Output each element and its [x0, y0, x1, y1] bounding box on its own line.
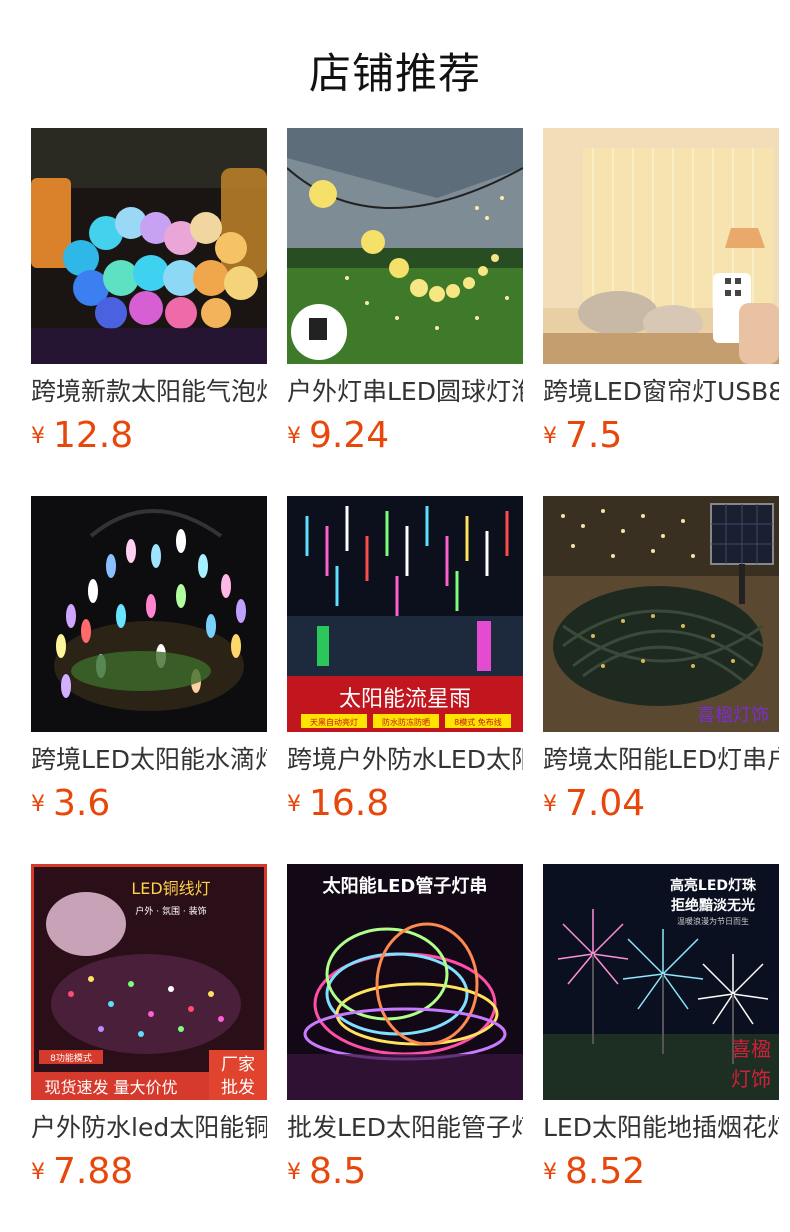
image-tag-text: 防水防冻防晒	[382, 717, 430, 727]
price-amount: 8.52	[565, 1151, 646, 1192]
product-title[interactable]: 跨境户外防水LED太阳能	[287, 744, 523, 776]
image-tag-text: 天黑自动亮灯	[310, 717, 358, 727]
product-image-bubble-lights[interactable]	[31, 128, 267, 364]
product-price: ¥9.24	[287, 416, 389, 456]
price-amount: 3.6	[53, 783, 111, 824]
product-title[interactable]: 跨境LED窗帘灯USB8	[543, 376, 779, 408]
product-title[interactable]: 户外防水led太阳能铜	[31, 1112, 267, 1144]
image-modes-text: 8功能模式	[50, 1052, 92, 1064]
product-price: ¥8.5	[287, 1152, 366, 1192]
currency-symbol: ¥	[31, 424, 45, 449]
product-price: ¥8.52	[543, 1152, 645, 1192]
product-image-tube-string-lights[interactable]: 太阳能LED管子灯串	[287, 864, 523, 1100]
image-heading-text: 高亮LED灯珠	[670, 877, 757, 894]
product-title[interactable]: 跨境太阳能LED灯串户	[543, 744, 779, 776]
product-card[interactable]: 高亮LED灯珠 拒绝黯淡无光 温暖浪漫为节日而生 喜楹 灯饰 LED太阳能地插烟…	[543, 864, 779, 1194]
product-image-waterdrop-lights[interactable]	[31, 496, 267, 732]
image-banner-text: 太阳能流星雨	[339, 687, 471, 712]
product-title[interactable]: 户外灯串LED圆球灯泡	[287, 376, 523, 408]
currency-symbol: ¥	[287, 792, 301, 817]
image-corner-text: 批发	[221, 1078, 255, 1098]
image-subheading-text: 温暖浪漫为节日而生	[677, 916, 749, 926]
product-image-meteor-shower-lights[interactable]: 太阳能流星雨 天黑自动亮灯 防水防冻防晒 8模式 免布线	[287, 496, 523, 732]
product-price: ¥12.8	[31, 416, 133, 456]
product-title[interactable]: LED太阳能地插烟花灯	[543, 1112, 779, 1144]
currency-symbol: ¥	[31, 792, 45, 817]
product-image-copper-wire-lights[interactable]: LED铜线灯 户外 · 氛围 · 装饰 8功能模式 现货速发 量大价优 厂家 批	[31, 864, 267, 1100]
price-amount: 7.04	[565, 783, 646, 824]
image-subheading-text: 户外 · 氛围 · 装饰	[135, 905, 206, 917]
product-price: ¥7.88	[31, 1152, 133, 1192]
product-image-globe-string-lights[interactable]	[287, 128, 523, 364]
price-amount: 9.24	[309, 415, 390, 456]
product-title[interactable]: 跨境LED太阳能水滴灯	[31, 744, 267, 776]
price-amount: 16.8	[309, 783, 390, 824]
image-watermark-text: 灯饰	[731, 1067, 771, 1091]
image-watermark-text: 喜楹灯饰	[697, 705, 769, 726]
image-bottom-text: 现货速发 量大价优	[44, 1078, 177, 1097]
product-price: ¥16.8	[287, 784, 389, 824]
product-price: ¥3.6	[31, 784, 110, 824]
currency-symbol: ¥	[287, 424, 301, 449]
image-watermark-text: 喜楹	[731, 1037, 771, 1061]
product-title[interactable]: 跨境新款太阳能气泡灯	[31, 376, 267, 408]
currency-symbol: ¥	[287, 1160, 301, 1185]
product-price: ¥7.04	[543, 784, 645, 824]
price-amount: 12.8	[53, 415, 134, 456]
price-amount: 7.5	[565, 415, 623, 456]
price-amount: 8.5	[309, 1151, 367, 1192]
product-card[interactable]: 跨境LED太阳能水滴灯 ¥3.6	[31, 496, 267, 826]
product-card[interactable]: 太阳能流星雨 天黑自动亮灯 防水防冻防晒 8模式 免布线 跨境户外防水LED太阳…	[287, 496, 523, 826]
currency-symbol: ¥	[31, 1160, 45, 1185]
product-card[interactable]: 户外灯串LED圆球灯泡 ¥9.24	[287, 128, 523, 458]
product-image-solar-string-lights[interactable]: 喜楹灯饰	[543, 496, 779, 732]
product-card[interactable]: 跨境新款太阳能气泡灯 ¥12.8	[31, 128, 267, 458]
product-image-firework-lights[interactable]: 高亮LED灯珠 拒绝黯淡无光 温暖浪漫为节日而生 喜楹 灯饰	[543, 864, 779, 1100]
product-card[interactable]: 跨境LED窗帘灯USB8 ¥7.5	[543, 128, 779, 458]
product-price: ¥7.5	[543, 416, 622, 456]
image-heading-text: 拒绝黯淡无光	[671, 897, 755, 914]
currency-symbol: ¥	[543, 792, 557, 817]
product-title[interactable]: 批发LED太阳能管子灯	[287, 1112, 523, 1144]
currency-symbol: ¥	[543, 424, 557, 449]
section-title: 店铺推荐	[308, 49, 481, 98]
product-card[interactable]: LED铜线灯 户外 · 氛围 · 装饰 8功能模式 现货速发 量大价优 厂家 批	[31, 864, 267, 1194]
price-amount: 7.88	[53, 1151, 134, 1192]
currency-symbol: ¥	[543, 1160, 557, 1185]
image-heading-text: LED铜线灯	[131, 879, 210, 898]
image-tag-text: 8模式 免布线	[454, 717, 502, 727]
section-header: 店铺推荐	[0, 0, 790, 128]
product-card[interactable]: 喜楹灯饰 跨境太阳能LED灯串户 ¥7.04	[543, 496, 779, 826]
product-card[interactable]: 太阳能LED管子灯串 批发LED太阳能管子灯 ¥8.5	[287, 864, 523, 1194]
product-image-curtain-lights[interactable]	[543, 128, 779, 364]
image-heading-text: 太阳能LED管子灯串	[323, 875, 488, 897]
image-corner-text: 厂家	[221, 1055, 255, 1075]
